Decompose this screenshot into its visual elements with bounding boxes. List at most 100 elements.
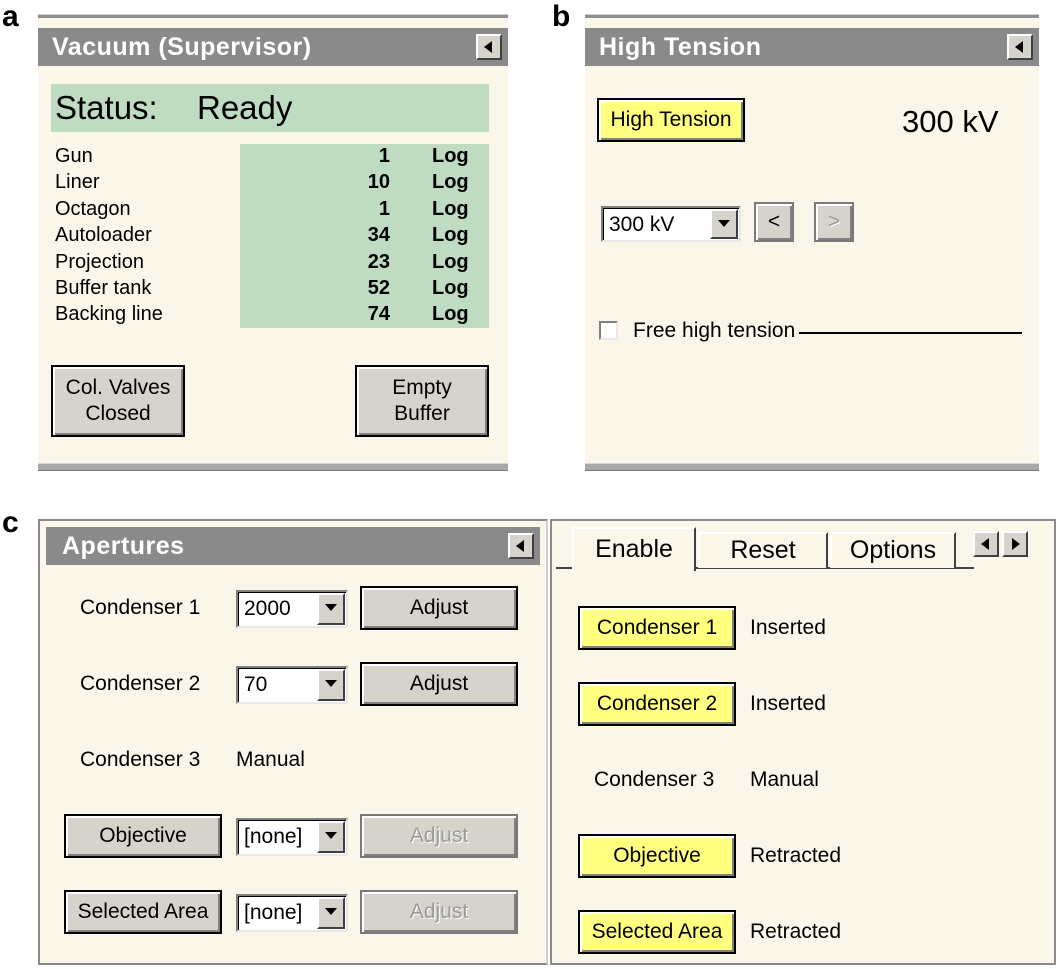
panel-bottom-border xyxy=(585,463,1039,471)
adjust-label: Adjust xyxy=(409,596,469,619)
tab-reset[interactable]: Reset xyxy=(698,532,828,568)
enable-aperture-button[interactable]: Selected Area xyxy=(578,910,736,954)
collapse-left-icon[interactable] xyxy=(508,533,534,559)
gauge-log-link[interactable]: Log xyxy=(432,277,469,300)
empty-buffer-button[interactable]: Empty Buffer xyxy=(355,365,489,437)
panel-top-border xyxy=(38,14,508,18)
gauge-row: Liner 10 Log xyxy=(38,170,508,196)
ht-titlebar: High Tension xyxy=(585,28,1039,66)
gauge-name: Projection xyxy=(55,250,144,273)
chevron-down-icon[interactable] xyxy=(317,669,345,701)
aperture-select[interactable]: [none] xyxy=(236,894,348,932)
gauge-name: Liner xyxy=(55,171,100,194)
vacuum-panel: Vacuum (Supervisor) Status: Ready Col. V… xyxy=(38,14,508,471)
enable-aperture-label: Selected Area xyxy=(591,920,723,943)
aperture-select[interactable]: [none] xyxy=(236,818,348,856)
aperture-state: Inserted xyxy=(750,616,826,639)
gauge-value: 1 xyxy=(378,145,390,167)
adjust-label: Adjust xyxy=(409,900,469,923)
ht-select[interactable]: 300 kV xyxy=(601,206,741,242)
divider xyxy=(799,332,1022,334)
collapse-left-icon[interactable] xyxy=(1007,34,1033,60)
figure-label-c: c xyxy=(2,506,19,539)
chevron-down-icon[interactable] xyxy=(710,209,738,239)
tab-scroll-right-icon[interactable] xyxy=(1002,531,1028,557)
adjust-button[interactable]: Adjust xyxy=(360,814,518,858)
panel-top-border xyxy=(585,14,1039,18)
chevron-right-icon: > xyxy=(827,210,841,233)
ht-title: High Tension xyxy=(599,33,762,61)
adjust-button[interactable]: Adjust xyxy=(360,586,518,630)
gauge-name: Buffer tank xyxy=(55,277,152,299)
aperture-status-panel: Enable Reset Options Condenser 1 Inserted Con… xyxy=(550,519,1056,965)
high-tension-button-label: High Tension xyxy=(610,108,732,131)
vacuum-titlebar: Vacuum (Supervisor) xyxy=(38,28,508,66)
figure-label-a: a xyxy=(2,0,19,33)
enable-aperture-label: Condenser 1 xyxy=(596,616,718,639)
aperture-name: Condenser 1 xyxy=(80,596,201,619)
gauge-name: Autoloader xyxy=(55,224,152,247)
gauge-log-link[interactable]: Log xyxy=(432,145,469,168)
aperture-state: Retracted xyxy=(750,844,842,867)
ht-next-button[interactable]: > xyxy=(814,202,854,242)
gauge-log-link[interactable]: Log xyxy=(432,251,469,274)
aperture-name-button[interactable]: Selected Area xyxy=(64,890,222,934)
aperture-select-value: [none] xyxy=(244,825,303,848)
free-ht-checkbox[interactable] xyxy=(599,321,618,340)
aperture-state: Inserted xyxy=(750,692,826,715)
enable-aperture-label: Condenser 2 xyxy=(596,692,718,715)
aperture-name: Condenser 2 xyxy=(80,672,201,695)
enable-aperture-button[interactable]: Condenser 2 xyxy=(578,682,736,726)
empty-buffer-label-1: Empty xyxy=(392,376,452,399)
collapse-left-icon[interactable] xyxy=(476,34,502,60)
gauge-log-link[interactable]: Log xyxy=(432,303,469,326)
gauge-row: Octagon 1 Log xyxy=(38,197,508,223)
aperture-name-label: Selected Area xyxy=(77,900,209,923)
gauge-value: 52 xyxy=(367,277,390,299)
gauge-log-link[interactable]: Log xyxy=(432,171,469,194)
tab-enable[interactable]: Enable xyxy=(572,527,696,571)
gauge-value: 74 xyxy=(367,303,390,326)
high-tension-button[interactable]: High Tension xyxy=(597,98,745,142)
aperture-mode: Manual xyxy=(236,748,305,771)
gauge-name: Backing line xyxy=(55,303,163,326)
gauge-value: 34 xyxy=(367,224,390,247)
panel-bottom-border xyxy=(38,463,508,471)
gauge-log-link[interactable]: Log xyxy=(432,224,469,247)
gauge-row: Gun 1 Log xyxy=(38,144,508,170)
enable-aperture-button[interactable]: Condenser 1 xyxy=(578,606,736,650)
enable-aperture-button[interactable]: Objective xyxy=(578,834,736,878)
tab-options[interactable]: Options xyxy=(830,532,956,568)
aperture-select[interactable]: 70 xyxy=(236,666,348,704)
status-label: Status: xyxy=(55,89,158,126)
ht-prev-button[interactable]: < xyxy=(754,202,794,242)
aperture-state: Manual xyxy=(750,768,819,791)
enable-aperture-label: Objective xyxy=(613,844,701,867)
adjust-label: Adjust xyxy=(409,672,469,695)
aperture-name-label: Objective xyxy=(99,824,187,847)
aperture-name-button[interactable]: Objective xyxy=(64,814,222,858)
adjust-button[interactable]: Adjust xyxy=(360,662,518,706)
aperture-select[interactable]: 2000 xyxy=(236,590,348,628)
gauge-value: 23 xyxy=(367,250,390,273)
high-tension-panel: High Tension High Tension 300 kV 300 kV … xyxy=(585,14,1039,471)
chevron-down-icon[interactable] xyxy=(317,821,345,853)
aperture-select-value: 2000 xyxy=(244,597,291,620)
col-valves-button[interactable]: Col. Valves Closed xyxy=(51,365,185,437)
chevron-down-icon[interactable] xyxy=(317,897,345,929)
gauge-value: 1 xyxy=(378,197,390,220)
gauge-row: Buffer tank 52 Log xyxy=(38,276,508,302)
adjust-label: Adjust xyxy=(409,824,469,847)
tab-scroll-left-icon[interactable] xyxy=(973,531,999,557)
empty-buffer-label-2: Buffer xyxy=(394,402,450,425)
aperture-select-value: 70 xyxy=(244,673,268,696)
ht-select-value: 300 kV xyxy=(609,213,675,236)
chevron-down-icon[interactable] xyxy=(317,593,345,625)
ht-value: 300 kV xyxy=(902,104,999,139)
free-ht-label: Free high tension xyxy=(633,319,796,342)
gauge-log-link[interactable]: Log xyxy=(432,198,469,221)
gauge-row: Autoloader 34 Log xyxy=(38,223,508,249)
aperture-state: Retracted xyxy=(750,920,842,943)
adjust-button[interactable]: Adjust xyxy=(360,890,518,934)
figure-label-b: b xyxy=(552,0,571,33)
